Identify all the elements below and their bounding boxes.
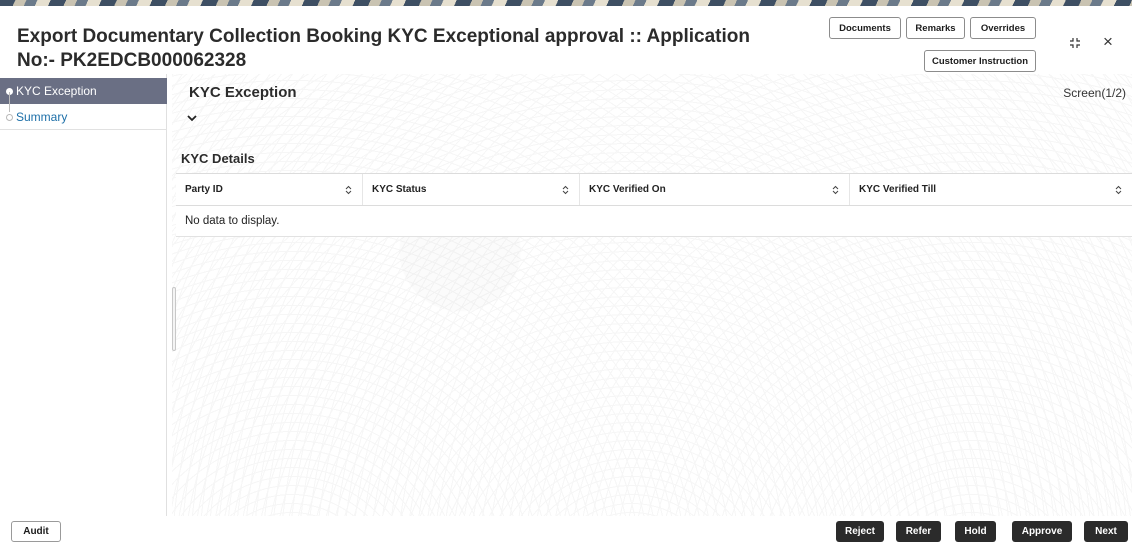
background-pattern — [172, 74, 1132, 516]
documents-button[interactable]: Documents — [829, 17, 901, 39]
overrides-button[interactable]: Overrides — [970, 17, 1036, 39]
column-header-party-id[interactable]: Party ID — [176, 174, 363, 205]
collapse-icon[interactable] — [1069, 37, 1081, 49]
table-empty-row: No data to display. — [185, 215, 280, 227]
main-content: KYC Exception Screen(1/2) KYC Details Pa… — [172, 74, 1132, 516]
table-header-row: Party ID KYC Status KYC Verified On KYC … — [176, 174, 1132, 206]
column-header-kyc-verified-till[interactable]: KYC Verified Till — [850, 174, 1132, 205]
page-title: Export Documentary Collection Booking KY… — [17, 26, 750, 71]
sort-icon[interactable] — [345, 185, 352, 195]
customer-instruction-button[interactable]: Customer Instruction — [924, 50, 1036, 72]
chevron-down-icon[interactable] — [186, 112, 198, 124]
sort-icon[interactable] — [562, 185, 569, 195]
hold-button[interactable]: Hold — [955, 521, 996, 542]
section-title: KYC Exception — [189, 84, 297, 101]
sidebar-item-label: KYC Exception — [16, 84, 97, 98]
sidebar: KYC Exception Summary — [0, 74, 167, 542]
next-button[interactable]: Next — [1084, 521, 1128, 542]
sort-icon[interactable] — [1115, 185, 1122, 195]
sidebar-item-summary[interactable]: Summary — [0, 104, 167, 130]
step-dot-icon — [6, 114, 13, 121]
approve-button[interactable]: Approve — [1012, 521, 1072, 542]
sidebar-item-label: Summary — [16, 109, 68, 124]
page-header: Export Documentary Collection Booking KY… — [0, 6, 1132, 74]
column-header-kyc-verified-on[interactable]: KYC Verified On — [580, 174, 850, 205]
refer-button[interactable]: Refer — [896, 521, 941, 542]
screen-indicator: Screen(1/2) — [1063, 86, 1126, 100]
remarks-button[interactable]: Remarks — [906, 17, 965, 39]
kyc-details-heading: KYC Details — [181, 151, 255, 166]
sidebar-item-kyc-exception[interactable]: KYC Exception — [0, 78, 167, 104]
audit-button[interactable]: Audit — [11, 521, 61, 542]
sort-icon[interactable] — [832, 185, 839, 195]
kyc-details-table: Party ID KYC Status KYC Verified On KYC … — [176, 173, 1132, 237]
footer-bar: Audit Reject Refer Hold Approve Next — [0, 516, 1132, 542]
close-icon[interactable]: × — [1100, 33, 1116, 50]
column-header-kyc-status[interactable]: KYC Status — [363, 174, 580, 205]
panel-resize-handle[interactable] — [172, 287, 176, 351]
reject-button[interactable]: Reject — [836, 521, 884, 542]
